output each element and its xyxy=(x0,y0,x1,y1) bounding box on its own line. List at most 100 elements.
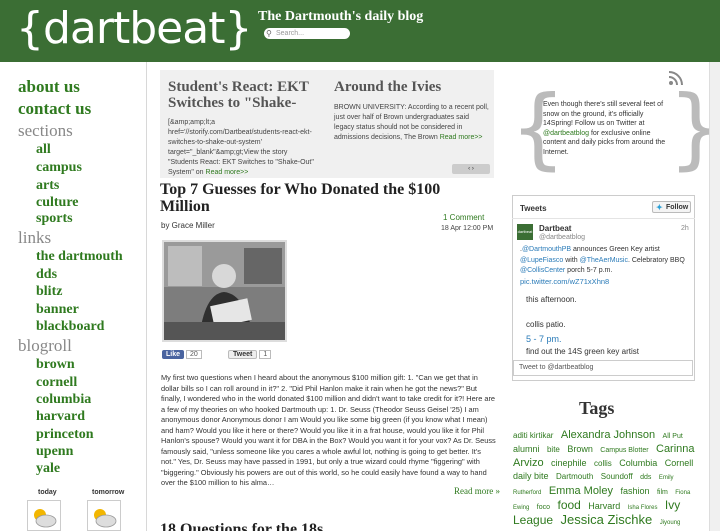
nav-link-banner[interactable]: banner xyxy=(36,302,79,318)
article-comments-link[interactable]: 1 Comment xyxy=(443,213,484,222)
avatar[interactable]: dartbeat xyxy=(517,224,533,240)
nav-blogroll-heading: blogroll xyxy=(18,336,72,355)
featured-title-1[interactable]: Student's React: EKT Switches to "Shake- xyxy=(168,79,318,111)
nav-contact-us[interactable]: contact us xyxy=(18,99,91,119)
tag-link[interactable]: aditi kirtikar xyxy=(513,431,553,440)
search-input[interactable]: ⚲ Search... xyxy=(264,28,350,39)
nav-section-arts[interactable]: arts xyxy=(36,178,59,194)
tweet-image-line-2: collis patio. xyxy=(526,320,566,329)
featured-read-more-2[interactable]: Read more>> xyxy=(440,134,483,141)
tag-link[interactable]: Harvard xyxy=(588,501,620,511)
tweet-button[interactable]: Tweet 1 xyxy=(228,350,272,362)
featured-read-more-1[interactable]: Read more>> xyxy=(206,169,249,176)
article-photo[interactable] xyxy=(162,240,287,342)
nav-section-culture[interactable]: culture xyxy=(36,195,79,211)
nav-blogroll-harvard[interactable]: harvard xyxy=(36,409,85,425)
tag-link[interactable]: Brown xyxy=(567,444,593,454)
next-article-title[interactable]: 18 Questions for the 18s xyxy=(160,521,323,531)
tag-link[interactable]: foco xyxy=(537,504,550,511)
tweet-mention-colliscenter[interactable]: @CollisCenter xyxy=(520,267,565,274)
nav-section-sports[interactable]: sports xyxy=(36,211,73,227)
article-photo-image xyxy=(164,242,285,340)
tag-link[interactable]: cinephile xyxy=(551,458,587,468)
tags-heading: Tags xyxy=(579,398,615,418)
tweet-author-handle: @dartbeatblog xyxy=(539,234,586,241)
tweet-text-b: announces Green Key artist xyxy=(571,246,660,253)
tweet-mention-dartmouthpb[interactable]: @DartmouthPB xyxy=(522,246,571,253)
promo-text-part1: Even though there's still several feet o… xyxy=(543,101,664,128)
tag-link[interactable]: Soundoff xyxy=(601,472,633,481)
facebook-like-count: 20 xyxy=(186,350,202,359)
tweet-pic-link[interactable]: pic.twitter.com/wZ71xXhn8 xyxy=(520,277,609,286)
nav-blogroll-upenn[interactable]: upenn xyxy=(36,444,73,460)
tag-link[interactable]: fashion xyxy=(620,486,649,496)
tweet-text-e: porch 5-7 p.m. xyxy=(565,267,613,274)
tag-link[interactable]: food xyxy=(557,498,580,512)
tag-link[interactable]: Emma Moley xyxy=(549,485,613,497)
tag-link[interactable]: All Put xyxy=(663,433,683,440)
tag-link[interactable]: daily bite xyxy=(513,471,549,481)
tag-link[interactable]: Dartmouth xyxy=(556,472,593,481)
tweet-time: 2h xyxy=(681,225,689,232)
twitter-follow-button[interactable]: ✦ Follow xyxy=(652,201,691,213)
featured-title-2[interactable]: Around the Ivies xyxy=(334,79,484,95)
tweet-image-line-4: find out the 14S green key artist xyxy=(526,347,639,356)
twitter-bird-icon: ✦ xyxy=(656,203,663,212)
nav-blogroll-brown[interactable]: brown xyxy=(36,357,75,373)
facebook-like-label: Like xyxy=(162,350,185,359)
nav-blogroll-columbia[interactable]: columbia xyxy=(36,392,91,408)
article-read-more-link[interactable]: Read more » xyxy=(454,486,500,496)
tag-link[interactable]: Alexandra Johnson xyxy=(561,429,655,441)
site-logo[interactable]: {dartbeat} xyxy=(16,2,252,56)
tweet-mention-lupefiasco[interactable]: @LupeFiasco xyxy=(520,257,563,264)
article-body: My first two questions when I heard abou… xyxy=(161,373,496,487)
tag-link[interactable]: film xyxy=(657,489,668,496)
tweet-author-name[interactable]: Dartbeat xyxy=(539,224,571,233)
nav-blogroll-yale[interactable]: yale xyxy=(36,461,60,477)
facebook-like-button[interactable]: Like 20 xyxy=(162,350,202,362)
tweet-text: .@DartmouthPB announces Green Key artist… xyxy=(520,245,690,277)
nav-sections-heading: sections xyxy=(18,121,73,140)
nav-link-dds[interactable]: dds xyxy=(36,267,57,283)
tweet-text-d: . Celebratory BBQ xyxy=(627,256,685,264)
twitter-promo-text: Even though there's still several feet o… xyxy=(543,100,667,158)
featured-nav-arrows[interactable]: ‹ › xyxy=(452,164,490,174)
twitter-widget-title: Tweets xyxy=(520,204,547,213)
tag-link[interactable]: dds xyxy=(640,474,651,481)
nav-section-all[interactable]: all xyxy=(36,142,51,158)
site-tagline: The Dartmouth's daily blog xyxy=(258,9,424,24)
tag-link[interactable]: Isha Flores xyxy=(628,505,658,511)
featured-body-1: [&amp;amp;lt;a href='//storify.com/Dartb… xyxy=(168,118,318,178)
twitter-widget-divider xyxy=(512,218,695,219)
weather-today-box xyxy=(27,500,61,531)
scrollbar[interactable] xyxy=(709,62,720,531)
column-divider xyxy=(146,62,147,531)
article-datetime: 18 Apr 12:00 PM xyxy=(441,225,494,232)
partly-cloudy-icon xyxy=(34,509,57,528)
tag-link[interactable]: collis xyxy=(594,459,612,468)
featured-text-1: [&amp;amp;lt;a href='//storify.com/Dartb… xyxy=(168,119,314,176)
nav-link-blackboard[interactable]: blackboard xyxy=(36,319,104,335)
tag-link[interactable]: Jessica Zischke xyxy=(561,512,653,527)
tag-link[interactable]: bite xyxy=(547,445,560,454)
tweet-text-c: with xyxy=(563,256,580,264)
tweet-to-input[interactable]: Tweet to @dartbeatblog xyxy=(513,360,693,376)
nav-about-us[interactable]: about us xyxy=(18,77,80,97)
nav-link-blitz[interactable]: blitz xyxy=(36,284,62,300)
twitter-follow-label: Follow xyxy=(666,204,689,211)
weather-today-label: today xyxy=(38,489,57,496)
tag-link[interactable]: Columbia xyxy=(619,458,657,468)
nav-blogroll-princeton[interactable]: princeton xyxy=(36,427,94,443)
article-title[interactable]: Top 7 Guesses for Who Donated the $100 M… xyxy=(160,181,460,215)
tag-link[interactable]: alumni xyxy=(513,444,540,454)
partly-cloudy-icon xyxy=(94,509,117,528)
promo-handle-link[interactable]: @dartbeatblog xyxy=(543,130,589,137)
left-nav: about us contact us sections all campus … xyxy=(0,62,138,531)
featured-body-2: BROWN UNIVERSITY: According to a recent … xyxy=(334,103,490,143)
tag-link[interactable]: Cornell xyxy=(665,458,694,468)
nav-link-the-dartmouth[interactable]: the dartmouth xyxy=(36,249,123,265)
tweet-mention-theaermusic[interactable]: @TheAerMusic xyxy=(580,257,628,264)
nav-blogroll-cornell[interactable]: cornell xyxy=(36,375,77,391)
tag-link[interactable]: Campus Blotter xyxy=(600,447,648,454)
nav-section-campus[interactable]: campus xyxy=(36,160,82,176)
